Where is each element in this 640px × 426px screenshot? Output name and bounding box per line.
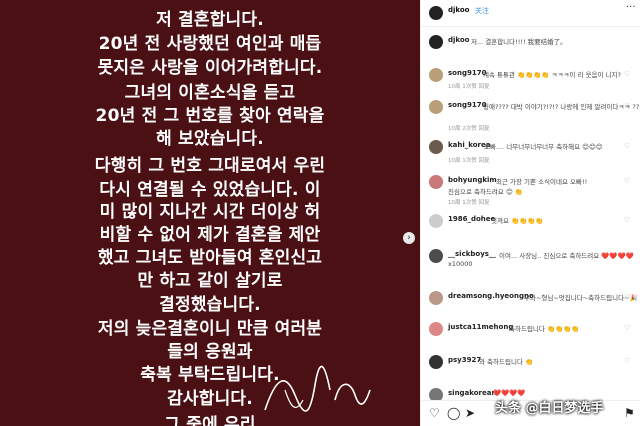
signature-graphic: [264, 365, 371, 412]
avatar[interactable]: [429, 140, 443, 154]
comment-text: ❤️❤️❤️❤️: [493, 389, 526, 397]
comment-username[interactable]: singakorean: [448, 389, 496, 397]
post-line: 들의 응원과: [167, 342, 253, 362]
bookmark-icon[interactable]: ⚑: [624, 406, 635, 420]
comment-icon[interactable]: ◯: [447, 406, 460, 420]
comment-text: 멋져요 👏👏👏👏: [491, 217, 544, 225]
avatar[interactable]: [429, 100, 443, 114]
instagram-post-view: 저 결혼합니다. 20년 전 사랑했던 여인과 매듭 못지은 사랑을 이어가려합…: [0, 0, 640, 426]
like-heart-icon[interactable]: ♡: [624, 251, 630, 259]
comment-text: x10000: [448, 260, 473, 268]
like-heart-icon[interactable]: ♡: [429, 406, 440, 420]
avatar[interactable]: [429, 291, 443, 305]
post-line: 비할 수 없어 제가 결혼을 제안: [99, 225, 321, 245]
avatar[interactable]: [429, 175, 443, 189]
post-line: 20년 전 그 번호를 찾아 연락을: [95, 106, 325, 126]
like-heart-icon[interactable]: ♡: [624, 324, 630, 332]
comment-meta: 10周 1次赞 回复: [448, 158, 490, 164]
post-line: 만 하고 같이 살기로: [137, 271, 283, 291]
comment-username[interactable]: song9170: [448, 69, 486, 77]
comment-text: 와 축하드립니다 👏: [479, 358, 534, 366]
share-icon[interactable]: ➤: [465, 406, 475, 420]
like-heart-icon[interactable]: ♡: [624, 142, 630, 150]
post-line: 저 결혼합니다.: [156, 10, 264, 30]
comment-text: 튕애???? 대박 이야기?!?!? 나랑에 인제 알려이다ㅋㅋ ??: [483, 103, 640, 111]
like-heart-icon[interactable]: ♡: [624, 357, 630, 365]
comment-username[interactable]: __sickboys__: [448, 250, 496, 258]
comment-username[interactable]: bohyungkim: [448, 176, 497, 184]
post-line: 20년 전 사랑했던 여인과 매듭: [98, 34, 322, 54]
avatar[interactable]: [429, 322, 443, 336]
carousel-next-button[interactable]: ›: [403, 232, 415, 244]
comment-text: 우와~형님~멋집니다~축하드립니다~🎉: [524, 294, 638, 302]
comment-username[interactable]: justca11mehong: [448, 323, 513, 331]
comment-text: 진심으로 축하드려요 😊 👏: [448, 188, 523, 196]
comment-username[interactable]: song9170: [448, 101, 486, 109]
more-options-icon[interactable]: ···: [626, 2, 636, 13]
post-line: 했고 그녀도 받아들여 혼인신고: [97, 248, 323, 268]
comment-meta: 10周 1次赞 回复: [448, 200, 490, 206]
post-image: 저 결혼합니다. 20년 전 사랑했던 여인과 매듭 못지은 사랑을 이어가려합…: [0, 0, 420, 426]
post-line: 그녀의 이혼소식을 듣고: [124, 83, 296, 103]
comment-meta: 10周 2次赞 回复: [448, 126, 490, 132]
post-line: 결정했습니다.: [159, 295, 261, 315]
avatar[interactable]: [429, 68, 443, 82]
like-heart-icon[interactable]: ♡: [624, 177, 630, 185]
avatar[interactable]: [429, 35, 443, 49]
avatar[interactable]: [429, 355, 443, 369]
comment-meta: 10周 1次赞 回复: [448, 84, 490, 90]
comment-text: 오빠.... 너무너무너무너무 축하해요 😊😊😊: [484, 143, 603, 151]
comment-text: 계속 튜튜관 👏👏👏👏 ㅋㅋㅋ이 리 웃음이 니지?: [483, 71, 621, 79]
comment-text: 최근 가장 기쁜 소식이네요 오빠!!: [496, 178, 588, 186]
comment-text: 이여... 사장님.. 진심으로 축하드려요 ❤️❤️❤️❤️: [499, 252, 634, 260]
like-heart-icon[interactable]: ♡: [624, 102, 630, 110]
comment-text: 축하드립니다 👏👏👏👏: [509, 325, 580, 333]
post-line: 미 많이 지나간 시간 더이상 허: [99, 202, 321, 222]
comment-username[interactable]: djkoo: [448, 36, 470, 44]
header-username[interactable]: djkoo: [448, 6, 470, 14]
avatar[interactable]: [429, 249, 443, 263]
comment-username[interactable]: psy3927: [448, 356, 481, 364]
like-heart-icon[interactable]: ♡: [624, 293, 630, 301]
avatar[interactable]: [429, 6, 443, 20]
like-heart-icon[interactable]: ♡: [624, 70, 630, 78]
watermark: 头条 @白日梦选手: [495, 401, 604, 416]
like-heart-icon[interactable]: ♡: [624, 216, 630, 224]
avatar[interactable]: [429, 214, 443, 228]
post-line: 해 보았습니다.: [156, 129, 264, 149]
post-header: djkoo 关注 ···: [421, 0, 640, 27]
caption-text: 저... 결혼합니다!!!! 我要结婚了。: [471, 38, 567, 46]
post-line: 저의 늦은결혼이니 만큼 여러분: [97, 319, 323, 339]
post-line: 못지은 사랑을 이어가려합니다.: [97, 58, 323, 78]
post-line: 다행히 그 번호 그대로여서 우린: [94, 156, 326, 176]
comment-username[interactable]: dreamsong.hyeongno: [448, 292, 534, 300]
comment-username[interactable]: 1986_dohee: [448, 215, 495, 223]
follow-button[interactable]: 关注: [475, 6, 489, 16]
comments-panel: djkoo 关注 ··· djkoo 저... 결혼합니다!!!! 我要结婚了。…: [420, 0, 640, 426]
